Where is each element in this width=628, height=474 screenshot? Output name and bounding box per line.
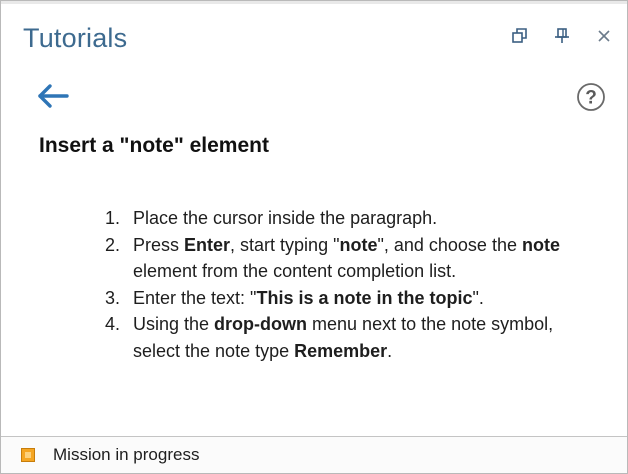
step-text: ", and choose the: [377, 234, 522, 255]
tutorial-heading: Insert a "note" element: [39, 134, 269, 157]
tutorial-steps: 1. Place the cursor inside the paragraph.…: [105, 205, 605, 364]
panel-title: Tutorials: [23, 23, 128, 53]
help-icon[interactable]: ?: [575, 81, 607, 113]
restore-icon[interactable]: [509, 25, 531, 47]
step-text: , start typing ": [230, 234, 340, 255]
window-controls: [509, 25, 615, 47]
step-text: element from the content completion list…: [133, 261, 457, 281]
step-keyword: note: [521, 234, 560, 255]
panel-top-edge: [1, 1, 627, 4]
step-keyword: drop-down: [214, 314, 308, 334]
step-keyword: Remember: [294, 340, 388, 361]
step-text: Enter the text: ": [133, 287, 257, 308]
step-item: 1. Place the cursor inside the paragraph.: [105, 205, 605, 232]
step-text: Press: [133, 234, 185, 255]
help-glyph: ?: [585, 88, 597, 109]
status-bar: Mission in progress: [1, 436, 627, 473]
step-item: 2. Press Enter, start typing "note", and …: [105, 232, 605, 285]
step-keyword: This is a note in the topic: [256, 287, 473, 308]
step-item: 4. Using the drop-down menu next to the n…: [105, 311, 605, 364]
back-arrow-icon[interactable]: [35, 81, 71, 111]
step-number: 1.: [105, 208, 121, 228]
status-text: Mission in progress: [53, 445, 200, 464]
in-progress-icon: [21, 448, 35, 462]
step-item: 3. Enter the text: "This is a note in the…: [105, 285, 605, 312]
step-text: Place the cursor inside the paragraph.: [133, 208, 438, 228]
step-keyword: Enter: [184, 234, 231, 255]
step-keyword: note: [339, 234, 378, 255]
tutorials-panel: Tutorials ? Insert a "note" element 1. P…: [0, 0, 628, 474]
step-text: .: [387, 340, 393, 361]
close-icon[interactable]: [593, 25, 615, 47]
step-text: ".: [472, 287, 484, 308]
pin-icon[interactable]: [551, 25, 573, 47]
step-number: 3.: [105, 287, 121, 308]
step-number: 2.: [105, 234, 121, 255]
step-text: Using the: [133, 314, 215, 334]
step-number: 4.: [105, 314, 121, 334]
